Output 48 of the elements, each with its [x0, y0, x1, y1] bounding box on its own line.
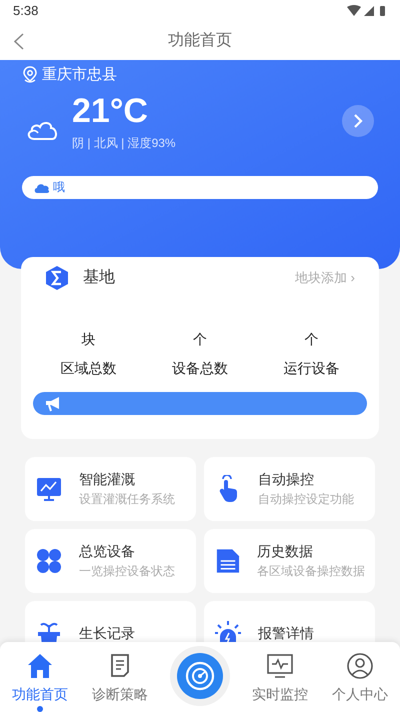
feature-title: 智能灌溉: [79, 470, 136, 488]
feature-title: 生长记录: [79, 624, 135, 642]
monitor-icon: [266, 652, 294, 680]
location-text: 重庆市忠县: [42, 65, 117, 85]
forward-button[interactable]: [342, 105, 374, 137]
stat-unit: 块: [82, 330, 96, 349]
feature-card[interactable]: 智能灌溉 设置灌溉任务系统: [25, 457, 196, 521]
tab-item[interactable]: 个人中心: [332, 652, 388, 705]
feature-card[interactable]: 生长记录: [25, 601, 196, 642]
feature-title: 自动操控: [258, 470, 315, 488]
tab-item[interactable]: 功能首页: [12, 652, 68, 712]
feature-card[interactable]: 历史数据 各区域设备操控数据: [204, 529, 375, 593]
person-icon: [346, 652, 374, 680]
stat-label: 设备总数: [172, 359, 228, 378]
feature-subtitle: 设置灌溉任务系统: [79, 491, 175, 508]
chevron-right-icon: [353, 113, 363, 129]
card-title: 基地: [83, 268, 115, 288]
feature-title: 历史数据: [257, 542, 314, 560]
tab-item[interactable]: 实时监控: [252, 652, 308, 705]
status-time: 5:38: [13, 2, 38, 20]
stat-label: 区域总数: [60, 359, 117, 378]
ticker-text: 哦: [53, 179, 65, 196]
four-petal-icon: [35, 547, 63, 575]
megaphone-icon: [45, 396, 62, 412]
feature-subtitle: 自动操控设定功能: [258, 491, 354, 508]
page-title: 功能首页: [168, 30, 232, 51]
stat-unit: 个: [304, 330, 318, 349]
location-pin-icon: [22, 66, 38, 84]
feature-card[interactable]: 自动操控 自动操控设定功能: [204, 457, 375, 521]
home-icon: [26, 652, 54, 680]
document-icon: [214, 547, 241, 575]
status-icons: [347, 5, 387, 17]
back-icon[interactable]: [14, 33, 24, 50]
sigma-hexagon-icon: [45, 265, 69, 291]
stat-label: 运行设备: [283, 359, 340, 378]
stat-unit: 个: [192, 330, 207, 349]
feature-subtitle: 各区域设备操控数据: [257, 563, 365, 580]
feature-title: 总览设备: [79, 542, 136, 560]
weather-detail: 阴 | 北风 | 湿度93%: [72, 134, 176, 152]
tab-item[interactable]: 诊断策略: [92, 652, 148, 705]
radar-icon: [177, 653, 223, 699]
cloud-icon: [34, 182, 50, 192]
feature-title: 报警详情: [258, 624, 314, 642]
feature-subtitle: 一览操控设备状态: [79, 563, 175, 580]
temperature: 21°C: [72, 90, 149, 130]
feature-card[interactable]: 报警详情: [204, 601, 375, 642]
feature-card[interactable]: 总览设备 一览操控设备状态: [25, 529, 196, 593]
chart-monitor-icon: [35, 475, 63, 503]
